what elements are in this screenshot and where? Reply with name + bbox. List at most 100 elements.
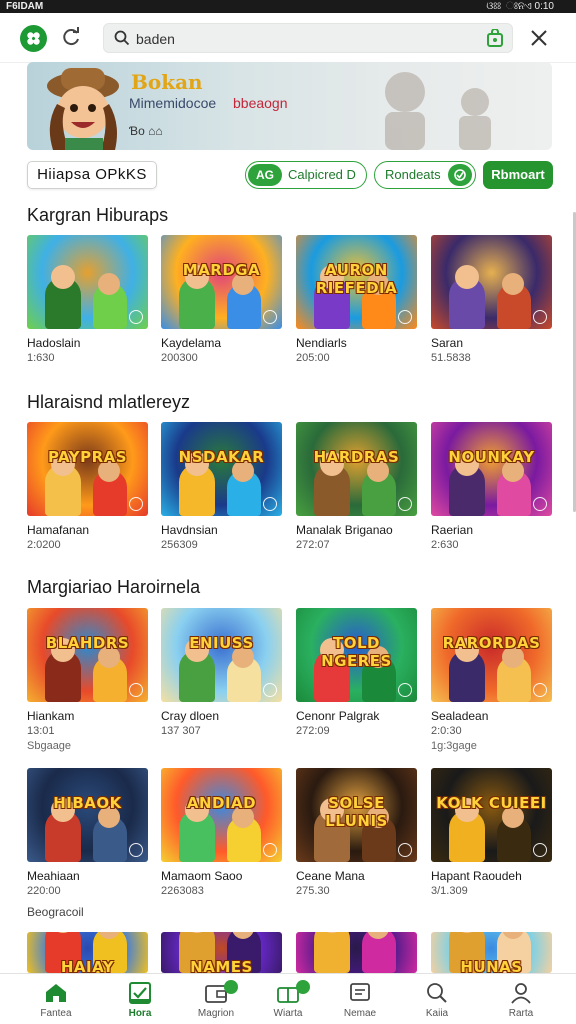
game-thumbnail[interactable] <box>27 235 148 329</box>
banner-character-illustration <box>47 68 119 150</box>
game-thumbnail[interactable]: ENIUSS <box>161 608 282 702</box>
play-icon[interactable] <box>263 310 277 324</box>
filter-pill-label: Calpicred D <box>288 167 356 182</box>
game-meta: 137 307 <box>161 725 201 737</box>
game-thumbnail[interactable]: NOUNKAY <box>431 422 552 516</box>
play-icon[interactable] <box>129 310 143 324</box>
message-icon <box>350 983 370 1001</box>
play-icon[interactable] <box>129 843 143 857</box>
game-card[interactable]: MARDGA Kaydelama 200300 <box>161 235 282 364</box>
game-thumbnail[interactable]: TOLD NGERES <box>296 608 417 702</box>
nav-item-magrion[interactable]: Magrion <box>184 974 248 1024</box>
game-meta: 275.30 <box>296 885 330 897</box>
game-card[interactable]: SOLSE LLUNIS Ceane Mana 275.30 <box>296 768 417 897</box>
character-head <box>502 273 524 295</box>
search-input[interactable] <box>136 29 476 49</box>
play-icon[interactable] <box>533 843 547 857</box>
nav-item-wiarta[interactable]: Wiarta <box>256 974 320 1024</box>
play-icon[interactable] <box>129 497 143 511</box>
game-card[interactable]: KOLK CUIEEI Hapant Raoudeh 3/1.309 <box>431 768 552 897</box>
play-icon[interactable] <box>398 310 412 324</box>
game-thumbnail[interactable]: AURON RIEFEDIA <box>296 235 417 329</box>
game-card[interactable]: ANDIAD Mamaom Saoo 2263083 <box>161 768 282 897</box>
nav-label: Hora <box>128 1008 152 1019</box>
game-card[interactable]: NSDAKAR Havdnsian 256309 <box>161 422 282 551</box>
game-card[interactable]: Saran 51.5838 <box>431 235 552 364</box>
game-thumbnail[interactable]: HUNAS KIJUDLAS <box>431 932 552 973</box>
game-title: Nendiarls <box>296 336 347 350</box>
play-icon[interactable] <box>398 683 412 697</box>
game-thumbnail[interactable]: PAYPRAS <box>27 422 148 516</box>
game-thumbnail[interactable]: SOLSE LLUNIS <box>296 768 417 862</box>
game-card[interactable]: BLAHDRS Hiankam 13:01 Sbgaage <box>27 608 148 752</box>
play-icon[interactable] <box>533 683 547 697</box>
shopping-bag-icon[interactable] <box>486 29 504 47</box>
game-card[interactable]: Hadoslain 1:630 <box>27 235 148 364</box>
app-logo-icon[interactable] <box>20 25 47 52</box>
region-select[interactable]: Hiiapsa OPkKS <box>27 161 157 189</box>
filter-pill-rondeats[interactable]: Rondeats <box>374 161 476 189</box>
game-card[interactable]: HUNAS KIJUDLAS <box>431 932 552 973</box>
game-card[interactable]: AURON RIEFEDIA Nendiarls 205:00 <box>296 235 417 364</box>
status-left-text: F6IDAM <box>6 1 44 12</box>
nav-item-rarta[interactable]: Rarta <box>489 974 553 1024</box>
game-logo-text: HARDRAS <box>313 448 400 466</box>
game-card[interactable]: NAMES <box>161 932 282 973</box>
game-thumbnail[interactable]: RARORDAS <box>431 608 552 702</box>
game-meta: 1:630 <box>27 352 55 364</box>
banner-subtitle: Mimemidocoe <box>129 95 217 111</box>
nav-item-fantea[interactable]: Fantea <box>24 974 88 1024</box>
game-thumbnail[interactable]: HARDRAS <box>296 422 417 516</box>
character-figure <box>314 932 350 973</box>
clover-icon <box>27 32 40 45</box>
game-thumbnail[interactable]: ANDIAD <box>161 768 282 862</box>
game-thumbnail[interactable] <box>296 932 417 973</box>
play-icon[interactable] <box>129 683 143 697</box>
game-card[interactable]: HAIAY <box>27 932 148 973</box>
play-icon[interactable] <box>263 497 277 511</box>
play-icon[interactable] <box>263 683 277 697</box>
game-card[interactable]: RARORDAS Sealadean 2:0:30 1g:3gage <box>431 608 552 752</box>
play-icon[interactable] <box>533 497 547 511</box>
game-meta: 256309 <box>161 539 198 551</box>
search-bar[interactable] <box>103 23 513 53</box>
play-icon[interactable] <box>263 843 277 857</box>
game-thumbnail[interactable]: HIBAOK <box>27 768 148 862</box>
gift-icon <box>448 164 472 186</box>
game-card[interactable]: HARDRAS Manalak Briganao 272:07 <box>296 422 417 551</box>
game-meta: 200300 <box>161 352 198 364</box>
filter-button-rbmoart[interactable]: Rbmoart <box>483 161 553 189</box>
game-card[interactable]: NOUNKAY Raerian 2:630 <box>431 422 552 551</box>
game-thumbnail[interactable]: HAIAY <box>27 932 148 973</box>
close-icon[interactable] <box>527 26 551 50</box>
nav-item-hora[interactable]: Hora <box>108 974 172 1024</box>
game-card[interactable]: TOLD NGERES Cenonr Palgrak 272:09 <box>296 608 417 737</box>
game-card[interactable]: PAYPRAS Hamafanan 2:0200 <box>27 422 148 551</box>
play-icon[interactable] <box>398 843 412 857</box>
game-card[interactable]: ENIUSS Cray dloen 137 307 <box>161 608 282 737</box>
game-meta: 51.5838 <box>431 352 471 364</box>
nav-label: Wiarta <box>273 1008 303 1019</box>
game-card[interactable]: HIBAOK Meahiaan 220:00 <box>27 768 148 897</box>
refresh-icon[interactable] <box>60 26 82 48</box>
game-meta: 2263083 <box>161 885 204 897</box>
game-thumbnail[interactable]: NSDAKAR <box>161 422 282 516</box>
game-title: Manalak Briganao <box>296 523 393 537</box>
section-title: Margiariao Haroirnela <box>27 577 201 597</box>
game-thumbnail[interactable]: MARDGA <box>161 235 282 329</box>
game-logo-text: TOLD NGERES <box>321 634 392 670</box>
notification-dot <box>296 980 310 994</box>
play-icon[interactable] <box>533 310 547 324</box>
nav-item-nemae[interactable]: Nemae <box>328 974 392 1024</box>
game-title: Mamaom Saoo <box>161 869 243 883</box>
promo-banner[interactable]: Bokan Mimemidocoe bbeaogn Ɓo ⌂⌂ <box>27 62 552 150</box>
filter-pill-calpicred[interactable]: AG Calpicred D <box>245 161 367 189</box>
play-icon[interactable] <box>398 497 412 511</box>
game-thumbnail[interactable] <box>431 235 552 329</box>
game-thumbnail[interactable]: NAMES <box>161 932 282 973</box>
game-extra: Sbgaage <box>27 740 72 752</box>
nav-item-kaiia[interactable]: Kaiia <box>405 974 469 1024</box>
game-card[interactable] <box>296 932 417 973</box>
game-thumbnail[interactable]: KOLK CUIEEI <box>431 768 552 862</box>
game-thumbnail[interactable]: BLAHDRS <box>27 608 148 702</box>
